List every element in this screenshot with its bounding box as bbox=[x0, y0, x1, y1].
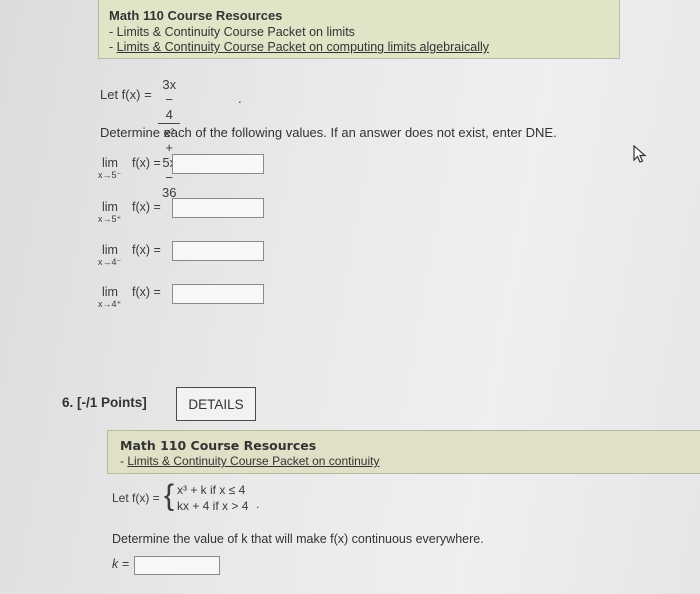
brace-symbol: { bbox=[164, 479, 175, 512]
question-header: 6. [-/1 Points] bbox=[62, 395, 147, 410]
piece-two: kx + 4 if x > 4 bbox=[177, 499, 249, 513]
details-button[interactable]: DETAILS bbox=[176, 387, 256, 421]
k-label: k = bbox=[112, 557, 130, 571]
period: . bbox=[256, 497, 260, 511]
lim-label: lim bbox=[102, 243, 118, 257]
answer-input[interactable] bbox=[172, 241, 264, 261]
resources-link-row: - Limits & Continuity Course Packet on c… bbox=[120, 454, 379, 468]
lim-subscript: x→5⁻ bbox=[98, 170, 122, 180]
resources-link-row: - Limits & Continuity Course Packet on c… bbox=[109, 40, 489, 54]
lim-expression: f(x) = bbox=[132, 200, 161, 214]
link-bullet: - bbox=[109, 25, 117, 39]
mouse-pointer-icon bbox=[633, 145, 647, 163]
answer-input[interactable] bbox=[172, 154, 264, 174]
lim-subscript: x→4⁻ bbox=[98, 257, 122, 267]
lim-subscript: x→4⁺ bbox=[98, 299, 122, 309]
numerator: 3x − 4 bbox=[162, 77, 177, 122]
let-label: Let f(x) = bbox=[112, 491, 160, 505]
k-answer-input[interactable] bbox=[134, 556, 220, 575]
instructions-text: Determine each of the following values. … bbox=[100, 125, 557, 140]
course-resources-box: Math 110 Course Resources - Limits & Con… bbox=[98, 0, 620, 59]
resources-title: Math 110 Course Resources bbox=[109, 8, 283, 23]
instructions-text: Determine the value of k that will make … bbox=[112, 532, 484, 546]
lim-label: lim bbox=[102, 200, 118, 214]
page: Math 110 Course Resources - Limits & Con… bbox=[0, 0, 700, 594]
limits-packet-link[interactable]: Limits & Continuity Course Packet on lim… bbox=[117, 25, 355, 39]
lim-expression: f(x) = bbox=[132, 285, 161, 299]
lim-label: lim bbox=[102, 285, 118, 299]
period: . bbox=[238, 91, 242, 106]
let-label: Let f(x) = bbox=[100, 87, 152, 102]
piece-one: x³ + k if x ≤ 4 bbox=[177, 483, 246, 497]
continuity-packet-link[interactable]: Limits & Continuity Course Packet on con… bbox=[127, 454, 379, 468]
answer-input[interactable] bbox=[172, 284, 264, 304]
resources-link-row: - Limits & Continuity Course Packet on l… bbox=[109, 25, 355, 39]
lim-expression: f(x) = bbox=[132, 156, 161, 170]
lim-label: lim bbox=[102, 156, 118, 170]
link-bullet: - bbox=[109, 40, 117, 54]
lim-expression: f(x) = bbox=[132, 243, 161, 257]
course-resources-box: Math 110 Course Resources - Limits & Con… bbox=[107, 430, 700, 474]
answer-input[interactable] bbox=[172, 198, 264, 218]
computing-limits-packet-link[interactable]: Limits & Continuity Course Packet on com… bbox=[117, 40, 489, 54]
fraction-bar bbox=[158, 123, 181, 124]
resources-title: Math 110 Course Resources bbox=[120, 438, 317, 453]
lim-subscript: x→5⁺ bbox=[98, 214, 122, 224]
